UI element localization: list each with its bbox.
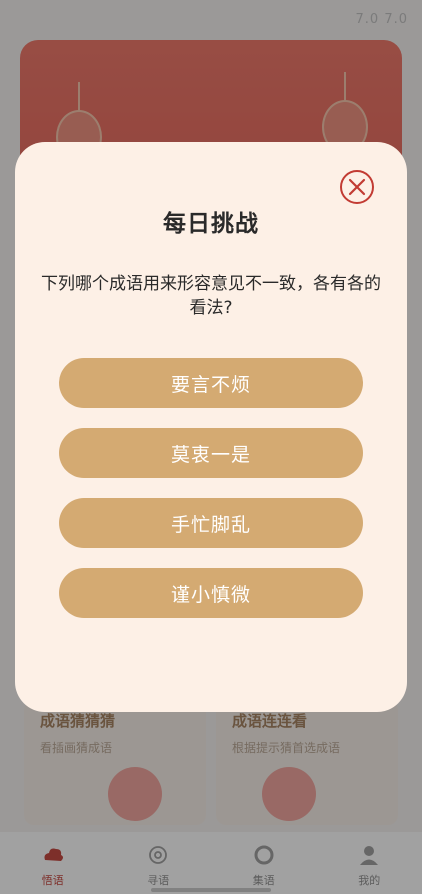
close-button[interactable] (339, 169, 375, 205)
option-button[interactable]: 莫衷一是 (59, 428, 363, 478)
option-button[interactable]: 谨小慎微 (59, 568, 363, 618)
modal-title: 每日挑战 (163, 211, 259, 237)
daily-challenge-modal: 每日挑战 下列哪个成语用来形容意见不一致，各有各的看法? 要言不烦 莫衷一是 手… (15, 142, 407, 712)
question-text: 下列哪个成语用来形容意见不一致，各有各的看法? (41, 274, 381, 318)
option-button[interactable]: 手忙脚乱 (59, 498, 363, 548)
answer-options: 要言不烦 莫衷一是 手忙脚乱 谨小慎微 (59, 358, 363, 618)
close-circle-icon (340, 170, 374, 204)
option-button[interactable]: 要言不烦 (59, 358, 363, 408)
